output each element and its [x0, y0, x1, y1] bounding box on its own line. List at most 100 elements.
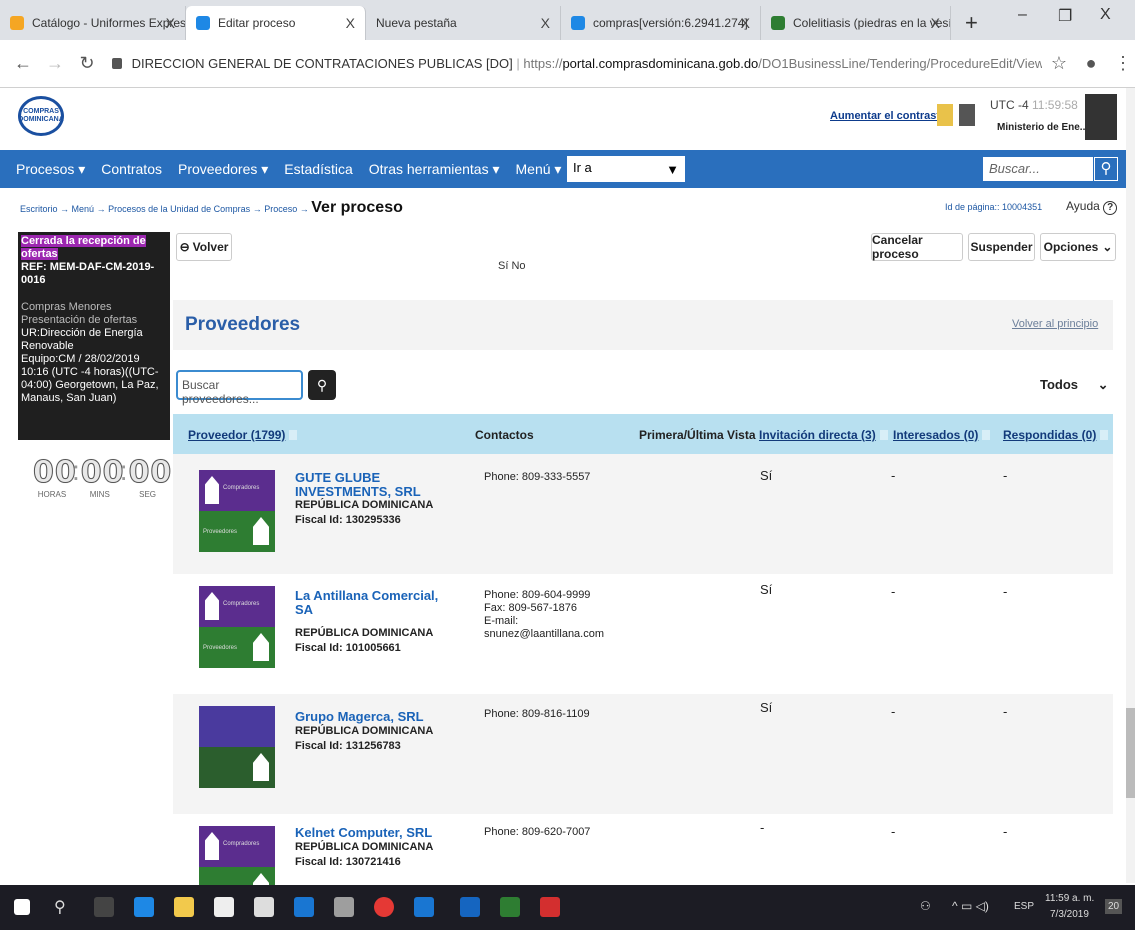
- people-icon[interactable]: ⚇: [920, 899, 931, 913]
- back-button[interactable]: ⊖ Volver: [176, 233, 232, 261]
- bookmark-star-icon[interactable]: ☆: [1050, 53, 1068, 74]
- supplier-fiscal-id: Fiscal Id: 130295336: [295, 514, 401, 526]
- search-icon[interactable]: ⚲: [54, 897, 66, 917]
- search-input[interactable]: Buscar...: [983, 157, 1093, 181]
- language-indicator[interactable]: ESP: [1014, 901, 1034, 912]
- taskbar-date[interactable]: 7/3/2019: [1050, 909, 1089, 920]
- back-arrow-icon[interactable]: ←: [14, 53, 32, 74]
- page-scrollbar[interactable]: [1126, 88, 1135, 883]
- mail-icon[interactable]: [937, 104, 953, 126]
- new-tab-button[interactable]: +: [951, 6, 992, 40]
- store-icon[interactable]: [214, 897, 234, 917]
- crumb-escritorio[interactable]: Escritorio: [20, 204, 58, 214]
- task-view-icon[interactable]: [94, 897, 114, 917]
- filter-value: Todos: [1040, 377, 1079, 392]
- col-interested-label: Interesados (0): [893, 428, 979, 442]
- timer-secs: 00: [128, 455, 173, 491]
- col-interested[interactable]: Interesados (0): [893, 428, 991, 442]
- supplier-search-button[interactable]: ⚲: [308, 370, 336, 400]
- supplier-search-input[interactable]: Buscar proveedores...: [176, 370, 303, 406]
- browser-tab-editar-proceso[interactable]: Editar proceso X: [186, 6, 366, 40]
- nav-contratos[interactable]: Contratos: [101, 161, 162, 177]
- cancel-process-button[interactable]: Cancelar proceso: [871, 233, 963, 261]
- suspend-button[interactable]: Suspender: [968, 233, 1035, 261]
- crumb-separator: →: [60, 204, 70, 214]
- paint-icon[interactable]: [334, 897, 354, 917]
- col-responded[interactable]: Respondidas (0): [1003, 428, 1109, 442]
- timer-mins-label: MINS: [89, 490, 110, 499]
- tab-title: Catálogo - Uniformes Express: [32, 16, 186, 30]
- tab-close-icon[interactable]: X: [541, 15, 550, 31]
- browser-tab-colelitiasis[interactable]: Colelitiasis (piedras en la vesíc X: [761, 6, 951, 40]
- supplier-name-link[interactable]: La Antillana Comercial, SA: [295, 589, 445, 617]
- mail-icon[interactable]: [254, 897, 274, 917]
- help-link[interactable]: Ayuda ?: [1066, 199, 1118, 215]
- pdf-reader-icon[interactable]: [540, 897, 560, 917]
- windows-start-icon[interactable]: [14, 899, 30, 915]
- taskbar-time[interactable]: 11:59 a. m.: [1045, 893, 1094, 904]
- browser-tab-catalogo[interactable]: Catálogo - Uniformes Express X: [0, 6, 186, 40]
- timer-hours-label: HORAS: [37, 490, 67, 499]
- browser-menu-icon[interactable]: ⋮: [1114, 53, 1132, 74]
- avatar[interactable]: [1085, 94, 1117, 140]
- url-field[interactable]: DIRECCION GENERAL DE CONTRATACIONES PUBL…: [112, 56, 1042, 71]
- excel-icon[interactable]: [500, 897, 520, 917]
- browser-tab-nueva[interactable]: Nueva pestaña X: [366, 6, 561, 40]
- nav-estadistica[interactable]: Estadística: [284, 161, 352, 177]
- outlook-icon[interactable]: [294, 897, 314, 917]
- tray-icons[interactable]: ^ ▭ ◁): [952, 899, 989, 913]
- supplier-filter-select[interactable]: Todos ⌄: [1040, 377, 1109, 393]
- nav-procesos[interactable]: Procesos ▾: [16, 161, 85, 178]
- tab-close-icon[interactable]: X: [931, 15, 940, 31]
- thumb-bottom-label: Proveedores: [203, 529, 238, 535]
- nav-menu[interactable]: Menú ▾: [516, 161, 562, 178]
- tab-close-icon[interactable]: X: [741, 15, 750, 31]
- nav-otras-herramientas[interactable]: Otras herramientas ▾: [369, 161, 500, 178]
- crumb-proceso[interactable]: Proceso: [264, 204, 297, 214]
- supplier-name-link[interactable]: Grupo Magerca, SRL: [295, 710, 445, 724]
- responsible-unit: UR:Dirección de Energía Renovable: [21, 327, 143, 352]
- supplier-thumbnail: Compradores: [199, 826, 275, 885]
- close-window-icon[interactable]: X: [1100, 6, 1111, 24]
- contrast-link[interactable]: Aumentar el contraste: [830, 110, 946, 122]
- process-reference: REF: MEM-DAF-CM-2019-0016: [21, 261, 155, 286]
- goto-value: Ir a: [573, 160, 592, 175]
- supplier-name-link[interactable]: GUTE GLUBE INVESTMENTS, SRL: [295, 471, 445, 499]
- nav-proveedores[interactable]: Proveedores ▾: [178, 161, 268, 178]
- app-blue-icon[interactable]: [414, 897, 434, 917]
- edge-icon[interactable]: [134, 897, 154, 917]
- browser-tab-compras[interactable]: compras[versión:6.2941.274] X: [561, 6, 761, 40]
- crumb-procesos-unidad[interactable]: Procesos de la Unidad de Compras: [108, 204, 250, 214]
- file-explorer-icon[interactable]: [174, 897, 194, 917]
- breadcrumb: Escritorio → Menú → Procesos de la Unida…: [20, 199, 403, 217]
- goto-select[interactable]: Ir a ▼: [567, 156, 685, 182]
- supplier-country: REPÚBLICA DOMINICANA: [295, 841, 434, 853]
- back-to-top-link[interactable]: Volver al principio: [1012, 318, 1098, 330]
- col-direct-invitation[interactable]: Invitación directa (3): [759, 428, 888, 442]
- direct-invitation-value: Sí: [760, 700, 773, 715]
- search-button[interactable]: ⚲: [1094, 157, 1118, 181]
- crumb-menu[interactable]: Menú: [72, 204, 95, 214]
- user-organization[interactable]: Ministerio de Ene...: [997, 122, 1088, 133]
- tab-close-icon[interactable]: X: [166, 15, 175, 31]
- word-icon[interactable]: [460, 897, 480, 917]
- sort-icon: [982, 430, 991, 440]
- tab-close-icon[interactable]: X: [346, 15, 355, 31]
- profile-icon[interactable]: ●: [1082, 53, 1100, 74]
- col-supplier-label: Proveedor (1799): [188, 428, 286, 442]
- chrome-icon[interactable]: [374, 897, 394, 917]
- interested-value: -: [891, 468, 896, 483]
- compras-dominicana-logo[interactable]: COMPRAS DOMINICANA: [18, 96, 64, 136]
- maximize-icon[interactable]: ❐: [1058, 6, 1072, 26]
- responded-value: -: [1003, 584, 1008, 599]
- forward-arrow-icon[interactable]: →: [46, 53, 64, 74]
- reload-icon[interactable]: ↻: [78, 53, 96, 74]
- minimize-icon[interactable]: –: [1018, 6, 1027, 24]
- options-button[interactable]: Opciones ⌄: [1040, 233, 1116, 261]
- thumb-top-label: Compradores: [223, 841, 260, 847]
- col-supplier[interactable]: Proveedor (1799): [188, 428, 298, 442]
- supplier-name-link[interactable]: Kelnet Computer, SRL: [295, 826, 445, 840]
- document-icon[interactable]: [959, 104, 975, 126]
- notification-count[interactable]: 20: [1105, 899, 1123, 914]
- scrollbar-thumb[interactable]: [1126, 708, 1135, 798]
